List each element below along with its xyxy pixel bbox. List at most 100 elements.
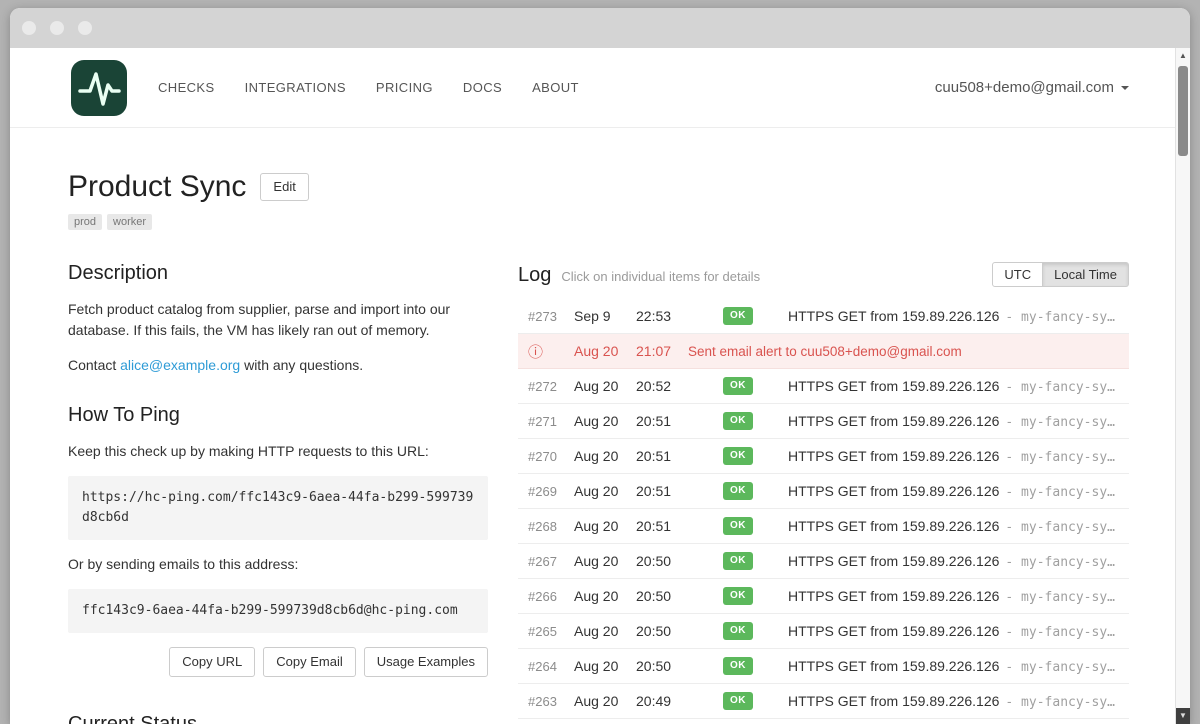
healthchecks-logo-icon[interactable] xyxy=(70,59,128,117)
account-menu[interactable]: cuu508+demo@gmail.com xyxy=(935,79,1129,96)
edit-button[interactable]: Edit xyxy=(260,173,308,201)
ping-status-cell: OK xyxy=(688,412,788,430)
how-to-ping-heading: How To Ping xyxy=(68,404,488,427)
copy-email-button[interactable]: Copy Email xyxy=(263,647,355,677)
ping-description: HTTPS GET from 159.89.226.126 - my-fancy-… xyxy=(788,483,1129,500)
window-titlebar xyxy=(10,8,1190,48)
left-column: Description Fetch product catalog from s… xyxy=(68,262,488,724)
ping-detail-text: - my-fancy-sy… xyxy=(1005,520,1115,535)
ping-detail-text: - my-fancy-sy… xyxy=(1005,310,1115,325)
scroll-up-arrow[interactable]: ▲ xyxy=(1176,48,1190,64)
nav-item-integrations[interactable]: INTEGRATIONS xyxy=(245,80,346,95)
ping-description: HTTPS GET from 159.89.226.126- my-fancy-… xyxy=(788,308,1129,325)
log-row-ping[interactable]: #267Aug 2020:50OKHTTPS GET from 159.89.2… xyxy=(518,544,1129,579)
scrollbar-thumb[interactable] xyxy=(1178,66,1188,156)
ping-status-cell: OK xyxy=(688,482,788,500)
log-rows: #273Sep 922:53OKHTTPS GET from 159.89.22… xyxy=(518,299,1129,719)
ping-detail-text: - my-fancy-sy… xyxy=(1005,555,1115,570)
ping-date: Aug 20 xyxy=(574,693,636,709)
ping-date: Aug 20 xyxy=(574,518,636,534)
scroll-down-arrow[interactable]: ▼ xyxy=(1176,708,1190,724)
log-row-ping[interactable]: #271Aug 2020:51OKHTTPS GET from 159.89.2… xyxy=(518,404,1129,439)
ping-detail-text: - my-fancy-sy… xyxy=(1005,485,1115,500)
log-row-ping[interactable]: #264Aug 2020:50OKHTTPS GET from 159.89.2… xyxy=(518,649,1129,684)
description-text: Fetch product catalog from supplier, par… xyxy=(68,299,488,341)
log-row-ping[interactable]: #270Aug 2020:51OKHTTPS GET from 159.89.2… xyxy=(518,439,1129,474)
log-subtitle: Click on individual items for details xyxy=(561,269,760,284)
description-heading: Description xyxy=(68,262,488,285)
window-minimize-button[interactable] xyxy=(50,21,64,35)
ok-status-badge: OK xyxy=(723,587,753,605)
ping-date: Aug 20 xyxy=(574,588,636,604)
log-row-ping[interactable]: #266Aug 2020:50OKHTTPS GET from 159.89.2… xyxy=(518,579,1129,614)
utc-button[interactable]: UTC xyxy=(992,262,1043,287)
nav-menu: CHECKS INTEGRATIONS PRICING DOCS ABOUT xyxy=(158,80,579,95)
scrollbar[interactable]: ▲ ▼ xyxy=(1175,48,1190,724)
ping-event-text: HTTPS GET from 159.89.226.126 xyxy=(788,588,999,604)
ping-number: #266 xyxy=(528,589,574,604)
log-row-ping[interactable]: #265Aug 2020:50OKHTTPS GET from 159.89.2… xyxy=(518,614,1129,649)
ping-number: #271 xyxy=(528,414,574,429)
ping-status-cell: OK xyxy=(688,377,788,395)
ok-status-badge: OK xyxy=(723,307,753,325)
ping-description: HTTPS GET from 159.89.226.126 - my-fancy-… xyxy=(788,448,1129,465)
ping-detail-text: - my-fancy-sy… xyxy=(1005,450,1115,465)
ping-status-cell: OK xyxy=(688,447,788,465)
ping-number: #272 xyxy=(528,379,574,394)
nav-item-docs[interactable]: DOCS xyxy=(463,80,502,95)
ping-event-text: HTTPS GET from 159.89.226.126 xyxy=(788,483,999,499)
ping-email-codeblock[interactable]: ffc143c9-6aea-44fa-b299-599739d8cb6d@hc-… xyxy=(68,589,488,633)
contact-email-link[interactable]: alice@example.org xyxy=(120,357,240,373)
nav-item-pricing[interactable]: PRICING xyxy=(376,80,433,95)
ping-time: 20:51 xyxy=(636,448,688,464)
ping-email-instruction: Or by sending emails to this address: xyxy=(68,554,488,575)
ping-description: HTTPS GET from 159.89.226.126- my-fancy-… xyxy=(788,413,1129,430)
ping-status-cell: OK xyxy=(688,587,788,605)
ping-number: #269 xyxy=(528,484,574,499)
contact-line: Contact alice@example.org with any quest… xyxy=(68,355,488,376)
window-maximize-button[interactable] xyxy=(78,21,92,35)
log-row-ping[interactable]: #272Aug 2020:52OKHTTPS GET from 159.89.2… xyxy=(518,369,1129,404)
ok-status-badge: OK xyxy=(723,517,753,535)
ping-event-text: HTTPS GET from 159.89.226.126 xyxy=(788,658,999,674)
ping-url-instruction: Keep this check up by making HTTP reques… xyxy=(68,441,488,462)
content-columns: Description Fetch product catalog from s… xyxy=(68,262,1129,724)
ping-detail-text: - my-fancy-sy… xyxy=(1005,660,1115,675)
copy-url-button[interactable]: Copy URL xyxy=(169,647,255,677)
ping-event-text: HTTPS GET from 159.89.226.126 xyxy=(788,518,999,534)
log-row-ping[interactable]: #263Aug 2020:49OKHTTPS GET from 159.89.2… xyxy=(518,684,1129,719)
usage-examples-button[interactable]: Usage Examples xyxy=(364,647,488,677)
log-column: Log Click on individual items for detail… xyxy=(518,262,1129,724)
ping-time: 20:49 xyxy=(636,693,688,709)
log-row-ping[interactable]: #273Sep 922:53OKHTTPS GET from 159.89.22… xyxy=(518,299,1129,334)
log-row-ping[interactable]: #269Aug 2020:51OKHTTPS GET from 159.89.2… xyxy=(518,474,1129,509)
ping-date: Aug 20 xyxy=(574,658,636,674)
contact-prefix: Contact xyxy=(68,357,120,373)
ping-time: 20:50 xyxy=(636,623,688,639)
top-nav: CHECKS INTEGRATIONS PRICING DOCS ABOUT cuu50… xyxy=(10,48,1175,128)
ping-description: HTTPS GET from 159.89.226.126- my-fancy-… xyxy=(788,693,1129,710)
ping-time: 20:50 xyxy=(636,658,688,674)
ping-description: HTTPS GET from 159.89.226.126 - my-fancy-… xyxy=(788,518,1129,535)
ping-number: #268 xyxy=(528,519,574,534)
tags-row: prodworker xyxy=(68,214,1129,230)
ok-status-badge: OK xyxy=(723,622,753,640)
ping-number: #263 xyxy=(528,694,574,709)
ping-event-text: HTTPS GET from 159.89.226.126 xyxy=(788,448,999,464)
ping-status-cell: OK xyxy=(688,657,788,675)
ok-status-badge: OK xyxy=(723,657,753,675)
window-close-button[interactable] xyxy=(22,21,36,35)
local-time-button[interactable]: Local Time xyxy=(1042,262,1129,287)
ping-url-codeblock[interactable]: https://hc-ping.com/ffc143c9-6aea-44fa-b… xyxy=(68,476,488,540)
ping-event-text: HTTPS GET from 159.89.226.126 xyxy=(788,378,999,394)
nav-item-checks[interactable]: CHECKS xyxy=(158,80,215,95)
alert-message: Sent email alert to cuu508+demo@gmail.co… xyxy=(688,344,1129,359)
timezone-toggle: UTC Local Time xyxy=(992,262,1129,287)
current-status-heading: Current Status xyxy=(68,713,488,724)
alert-date: Aug 20 xyxy=(574,343,636,359)
log-row-ping[interactable]: #268Aug 2020:51OKHTTPS GET from 159.89.2… xyxy=(518,509,1129,544)
nav-item-about[interactable]: ABOUT xyxy=(532,80,579,95)
log-row-alert[interactable]: ⓘAug 2021:07Sent email alert to cuu508+d… xyxy=(518,334,1129,369)
ping-status-cell: OK xyxy=(688,622,788,640)
ok-status-badge: OK xyxy=(723,412,753,430)
